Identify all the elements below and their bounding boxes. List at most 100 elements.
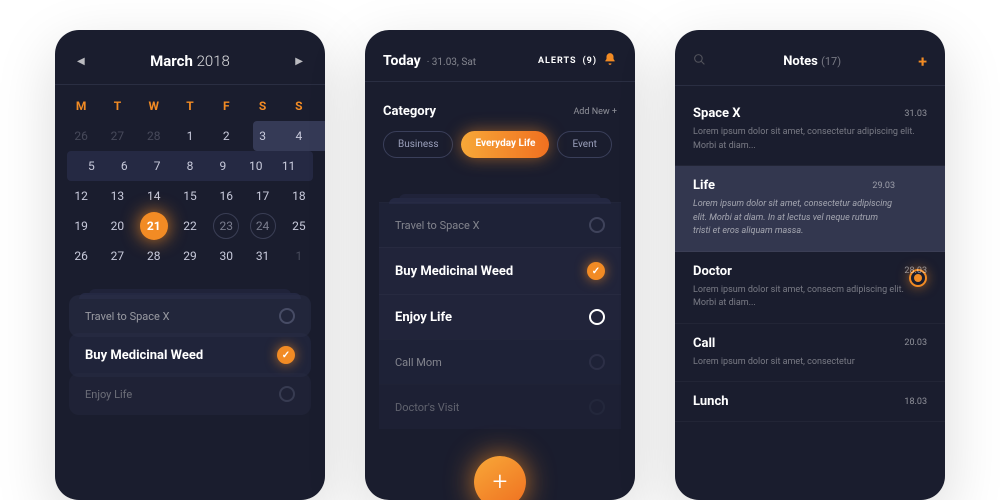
day[interactable]: 7 bbox=[141, 151, 174, 181]
ring-icon[interactable] bbox=[279, 308, 295, 324]
day[interactable]: 4 bbox=[281, 121, 317, 151]
task-label: Buy Medicinal Weed bbox=[395, 264, 513, 279]
day[interactable]: 27 bbox=[99, 241, 135, 271]
day[interactable]: 26 bbox=[63, 121, 99, 151]
day[interactable]: 31 bbox=[244, 241, 280, 271]
day-selected[interactable]: 21 bbox=[140, 212, 168, 240]
note-date: 20.03 bbox=[904, 338, 927, 348]
day[interactable]: 27 bbox=[99, 121, 135, 151]
task-card[interactable]: Enjoy Life bbox=[69, 373, 311, 415]
note-body: Lorem ipsum dolor sit amet, consecm adip… bbox=[693, 284, 927, 311]
note-body: Lorem ipsum dolor sit amet, consectetur … bbox=[693, 198, 895, 239]
next-month-icon[interactable]: ▶ bbox=[295, 56, 303, 67]
add-task-fab[interactable]: + bbox=[474, 456, 526, 500]
task-label: Travel to Space X bbox=[85, 310, 169, 323]
ring-icon[interactable] bbox=[589, 217, 605, 233]
calendar-title: March 2018 bbox=[150, 52, 230, 70]
task-row[interactable]: Call Mom bbox=[379, 339, 621, 384]
ring-icon[interactable] bbox=[589, 354, 605, 370]
note-title: Call bbox=[693, 336, 715, 351]
day[interactable]: 23 bbox=[213, 213, 239, 239]
day[interactable]: 30 bbox=[208, 241, 244, 271]
notes-title: Notes bbox=[783, 54, 818, 69]
day[interactable]: 10 bbox=[239, 151, 272, 181]
day[interactable]: 1 bbox=[281, 241, 317, 271]
day[interactable]: 8 bbox=[174, 151, 207, 181]
notes-count: (17) bbox=[821, 55, 841, 68]
dow: F bbox=[208, 99, 244, 113]
day[interactable]: 20 bbox=[99, 211, 135, 241]
today-header: Today · 31.03, Sat ALERTS (9) bbox=[365, 30, 635, 81]
task-row[interactable]: Enjoy Life bbox=[379, 294, 621, 339]
day[interactable]: 11 bbox=[272, 151, 305, 181]
day[interactable]: 13 bbox=[99, 181, 135, 211]
day[interactable]: 25 bbox=[281, 211, 317, 241]
add-note-button[interactable]: + bbox=[918, 52, 927, 71]
dow: S bbox=[281, 99, 317, 113]
plus-icon: + bbox=[493, 469, 508, 495]
notes-header: Notes (17) + bbox=[675, 30, 945, 85]
bell-icon bbox=[603, 52, 617, 69]
note-date: 28.03 bbox=[904, 266, 927, 276]
day[interactable]: 18 bbox=[281, 181, 317, 211]
note-item-selected[interactable]: Life 29.03 Lorem ipsum dolor sit amet, c… bbox=[675, 166, 945, 252]
divider bbox=[675, 85, 945, 86]
day-of-week-row: M T W T F S S bbox=[55, 93, 325, 121]
note-item[interactable]: Call 20.03 Lorem ipsum dolor sit amet, c… bbox=[675, 324, 945, 383]
calendar-year: 2018 bbox=[197, 52, 230, 70]
day[interactable]: 1 bbox=[172, 121, 208, 151]
note-item[interactable]: Lunch 18.03 bbox=[675, 382, 945, 422]
category-section: Category Add New + Business Everyday Lif… bbox=[365, 90, 635, 168]
ring-icon[interactable] bbox=[589, 309, 605, 325]
alerts-button[interactable]: ALERTS (9) bbox=[538, 52, 617, 69]
today-title: Today bbox=[383, 53, 421, 69]
task-card[interactable]: Buy Medicinal Weed bbox=[69, 333, 311, 377]
task-row[interactable]: Travel to Space X bbox=[379, 202, 621, 247]
note-item[interactable]: Doctor 28.03 Lorem ipsum dolor sit amet,… bbox=[675, 252, 945, 324]
day[interactable]: 19 bbox=[63, 211, 99, 241]
day[interactable]: 15 bbox=[172, 181, 208, 211]
day[interactable]: 28 bbox=[136, 241, 172, 271]
category-chips: Business Everyday Life Event bbox=[383, 131, 617, 158]
search-icon[interactable] bbox=[693, 53, 706, 70]
chip-everyday-life[interactable]: Everyday Life bbox=[461, 131, 549, 158]
week-row: 26 27 28 1 2 3 4 bbox=[55, 121, 325, 151]
day[interactable]: 14 bbox=[136, 181, 172, 211]
check-icon[interactable] bbox=[277, 346, 295, 364]
today-screen: Today · 31.03, Sat ALERTS (9) Category A… bbox=[365, 30, 635, 500]
chip-business[interactable]: Business bbox=[383, 131, 453, 158]
day[interactable]: 28 bbox=[136, 121, 172, 151]
day[interactable]: 22 bbox=[172, 211, 208, 241]
day[interactable]: 29 bbox=[172, 241, 208, 271]
calendar-month: March bbox=[150, 52, 193, 70]
day[interactable]: 3 bbox=[244, 121, 280, 151]
day[interactable]: 12 bbox=[63, 181, 99, 211]
prev-month-icon[interactable]: ◀ bbox=[77, 56, 85, 67]
day[interactable]: 2 bbox=[208, 121, 244, 151]
chip-event[interactable]: Event bbox=[557, 131, 611, 158]
note-item[interactable]: Space X 31.03 Lorem ipsum dolor sit amet… bbox=[675, 94, 945, 166]
dow: M bbox=[63, 99, 99, 113]
note-title: Doctor bbox=[693, 264, 732, 279]
dow: S bbox=[244, 99, 280, 113]
day[interactable]: 9 bbox=[206, 151, 239, 181]
task-row[interactable]: Doctor's Visit bbox=[379, 384, 621, 429]
day[interactable]: 26 bbox=[63, 241, 99, 271]
today-tasks: Travel to Space X Buy Medicinal Weed Enj… bbox=[379, 194, 621, 429]
day[interactable]: 6 bbox=[108, 151, 141, 181]
day[interactable]: 24 bbox=[250, 213, 276, 239]
day[interactable]: 5 bbox=[75, 151, 108, 181]
alerts-count: (9) bbox=[583, 56, 597, 66]
task-card[interactable]: Travel to Space X bbox=[69, 295, 311, 337]
day[interactable]: 16 bbox=[208, 181, 244, 211]
day[interactable]: 17 bbox=[244, 181, 280, 211]
task-row[interactable]: Buy Medicinal Weed bbox=[379, 247, 621, 294]
category-label: Category bbox=[383, 104, 436, 119]
week-row: 12 13 14 15 16 17 18 bbox=[55, 181, 325, 211]
add-new-button[interactable]: Add New + bbox=[573, 107, 617, 117]
ring-icon[interactable] bbox=[279, 386, 295, 402]
today-subtitle: · 31.03, Sat bbox=[427, 57, 476, 68]
check-icon[interactable] bbox=[587, 262, 605, 280]
note-title: Life bbox=[693, 178, 715, 193]
ring-icon[interactable] bbox=[589, 399, 605, 415]
